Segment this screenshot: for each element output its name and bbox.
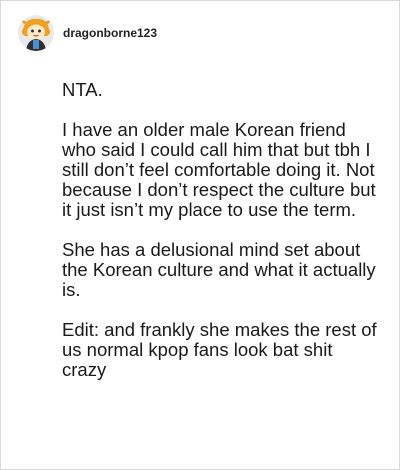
username[interactable]: dragonborne123: [63, 26, 157, 40]
comment-header: dragonborne123: [18, 15, 157, 51]
dragon-avatar-icon[interactable]: [18, 15, 54, 51]
comment-paragraph: Edit: and frankly she makes the rest of …: [62, 319, 377, 380]
comment-paragraph: I have an older male Korean friend who s…: [62, 119, 376, 220]
comment-paragraph: NTA.: [62, 79, 103, 100]
comment-paragraph: She has a delusional mind set about the …: [62, 239, 376, 300]
comment-body: NTA. I have an older male Korean friend …: [62, 80, 380, 380]
comment-card: dragonborne123 NTA. I have an older male…: [0, 0, 400, 470]
